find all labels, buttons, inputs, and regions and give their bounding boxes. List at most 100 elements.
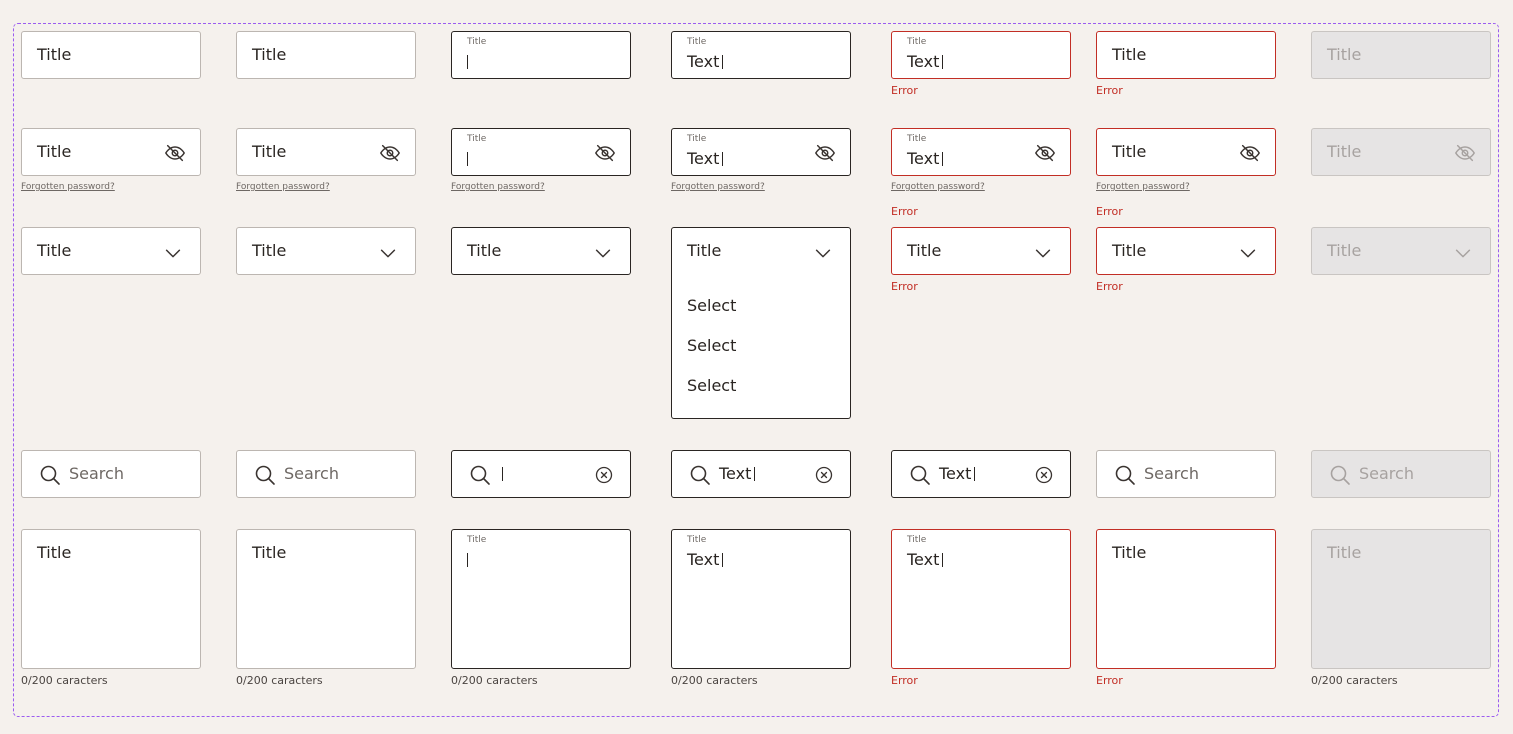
- forgotten-password-link[interactable]: Forgotten password?: [236, 182, 330, 192]
- search-field-default-alt[interactable]: Search: [1096, 450, 1276, 498]
- search-field-disabled: Search: [1311, 450, 1491, 498]
- password-field-label: Title: [907, 134, 927, 144]
- text-field-error-empty[interactable]: Title: [1096, 31, 1276, 79]
- character-counter: 0/200 caracters: [21, 674, 108, 687]
- textarea-label: Title: [907, 535, 927, 545]
- search-icon: [253, 463, 277, 487]
- forgotten-password-link[interactable]: Forgotten password?: [21, 182, 115, 192]
- password-field-placeholder: Title: [1112, 142, 1147, 161]
- eye-off-icon[interactable]: [1034, 142, 1056, 164]
- select-field-disabled: Title: [1311, 227, 1491, 275]
- error-message: Error: [1096, 280, 1123, 293]
- textarea-value: Text: [907, 550, 944, 569]
- select-dropdown-menu: Select Select Select: [671, 274, 851, 419]
- text-field-placeholder: Title: [1327, 45, 1362, 64]
- select-field-error[interactable]: Title: [891, 227, 1071, 275]
- eye-off-icon[interactable]: [379, 142, 401, 164]
- search-field-filled[interactable]: Text: [891, 450, 1071, 498]
- search-field-focused-filled[interactable]: Text: [671, 450, 851, 498]
- password-field-hover[interactable]: Title: [236, 128, 416, 176]
- search-field-default[interactable]: Search: [21, 450, 201, 498]
- password-field-disabled: Title: [1311, 128, 1491, 176]
- eye-off-icon: [1454, 142, 1476, 164]
- text-field-label: Title: [907, 37, 927, 47]
- textarea-placeholder: Title: [252, 543, 287, 562]
- chevron-down-icon: [1032, 242, 1054, 264]
- search-field-hover[interactable]: Search: [236, 450, 416, 498]
- select-field-label: Title: [687, 241, 722, 260]
- select-field-label: Title: [467, 241, 502, 260]
- error-message: Error: [1096, 84, 1123, 97]
- chevron-down-icon: [1452, 242, 1474, 264]
- password-field-placeholder: Title: [252, 142, 287, 161]
- clear-circle-icon[interactable]: [1034, 465, 1054, 485]
- select-field-label: Title: [37, 241, 72, 260]
- search-value: Text: [719, 464, 756, 483]
- password-field-error-empty[interactable]: Title: [1096, 128, 1276, 176]
- error-message: Error: [891, 205, 918, 218]
- character-counter: 0/200 caracters: [451, 674, 538, 687]
- error-message: Error: [891, 674, 918, 687]
- forgotten-password-link[interactable]: Forgotten password?: [671, 182, 765, 192]
- character-counter: 0/200 caracters: [1311, 674, 1398, 687]
- forgotten-password-link[interactable]: Forgotten password?: [891, 182, 985, 192]
- eye-off-icon[interactable]: [814, 142, 836, 164]
- character-counter: 0/200 caracters: [671, 674, 758, 687]
- search-icon: [38, 463, 62, 487]
- textarea-default[interactable]: Title: [21, 529, 201, 669]
- text-field-placeholder: Title: [37, 45, 72, 64]
- search-icon: [688, 463, 712, 487]
- chevron-down-icon: [812, 242, 834, 264]
- textarea-error-empty[interactable]: Title: [1096, 529, 1276, 669]
- textarea-error-filled[interactable]: Title Text: [891, 529, 1071, 669]
- password-field-value: Text: [687, 149, 724, 168]
- select-option[interactable]: Select: [687, 376, 736, 395]
- select-field-focused[interactable]: Title: [451, 227, 631, 275]
- select-field-label: Title: [1112, 241, 1147, 260]
- error-message: Error: [891, 280, 918, 293]
- text-field-label: Title: [687, 37, 707, 47]
- eye-off-icon[interactable]: [594, 142, 616, 164]
- select-field-default[interactable]: Title: [21, 227, 201, 275]
- select-option[interactable]: Select: [687, 296, 736, 315]
- clear-circle-icon[interactable]: [594, 465, 614, 485]
- forgotten-password-link[interactable]: Forgotten password?: [1096, 182, 1190, 192]
- select-field-hover[interactable]: Title: [236, 227, 416, 275]
- text-field-focused-filled[interactable]: Title Text: [671, 31, 851, 79]
- text-field-error-filled[interactable]: Title Text: [891, 31, 1071, 79]
- select-field-error-hover[interactable]: Title: [1096, 227, 1276, 275]
- search-placeholder: Search: [284, 464, 339, 483]
- password-field-error-filled[interactable]: Title Text: [891, 128, 1071, 176]
- select-option[interactable]: Select: [687, 336, 736, 355]
- search-icon: [468, 463, 492, 487]
- chevron-down-icon: [377, 242, 399, 264]
- eye-off-icon[interactable]: [164, 142, 186, 164]
- select-field-label: Title: [1327, 241, 1362, 260]
- eye-off-icon[interactable]: [1239, 142, 1261, 164]
- text-field-value: Text: [687, 52, 724, 71]
- password-field-label: Title: [687, 134, 707, 144]
- clear-circle-icon[interactable]: [814, 465, 834, 485]
- select-field-label: Title: [907, 241, 942, 260]
- text-cursor: [499, 464, 503, 483]
- error-message: Error: [1096, 205, 1123, 218]
- search-placeholder: Search: [1359, 464, 1414, 483]
- password-field-default[interactable]: Title: [21, 128, 201, 176]
- text-field-placeholder: Title: [1112, 45, 1147, 64]
- textarea-focused-empty[interactable]: Title: [451, 529, 631, 669]
- text-field-label: Title: [467, 37, 487, 47]
- select-field-open[interactable]: Title: [671, 227, 851, 275]
- search-field-focused-empty[interactable]: [451, 450, 631, 498]
- text-cursor: [467, 550, 468, 569]
- textarea-focused-filled[interactable]: Title Text: [671, 529, 851, 669]
- textarea-placeholder: Title: [1327, 543, 1362, 562]
- password-field-placeholder: Title: [37, 142, 72, 161]
- password-field-focused-filled[interactable]: Title Text: [671, 128, 851, 176]
- text-field-hover[interactable]: Title: [236, 31, 416, 79]
- text-field-default[interactable]: Title: [21, 31, 201, 79]
- textarea-label: Title: [467, 535, 487, 545]
- forgotten-password-link[interactable]: Forgotten password?: [451, 182, 545, 192]
- password-field-focused-empty[interactable]: Title: [451, 128, 631, 176]
- textarea-hover[interactable]: Title: [236, 529, 416, 669]
- text-field-focused-empty[interactable]: Title: [451, 31, 631, 79]
